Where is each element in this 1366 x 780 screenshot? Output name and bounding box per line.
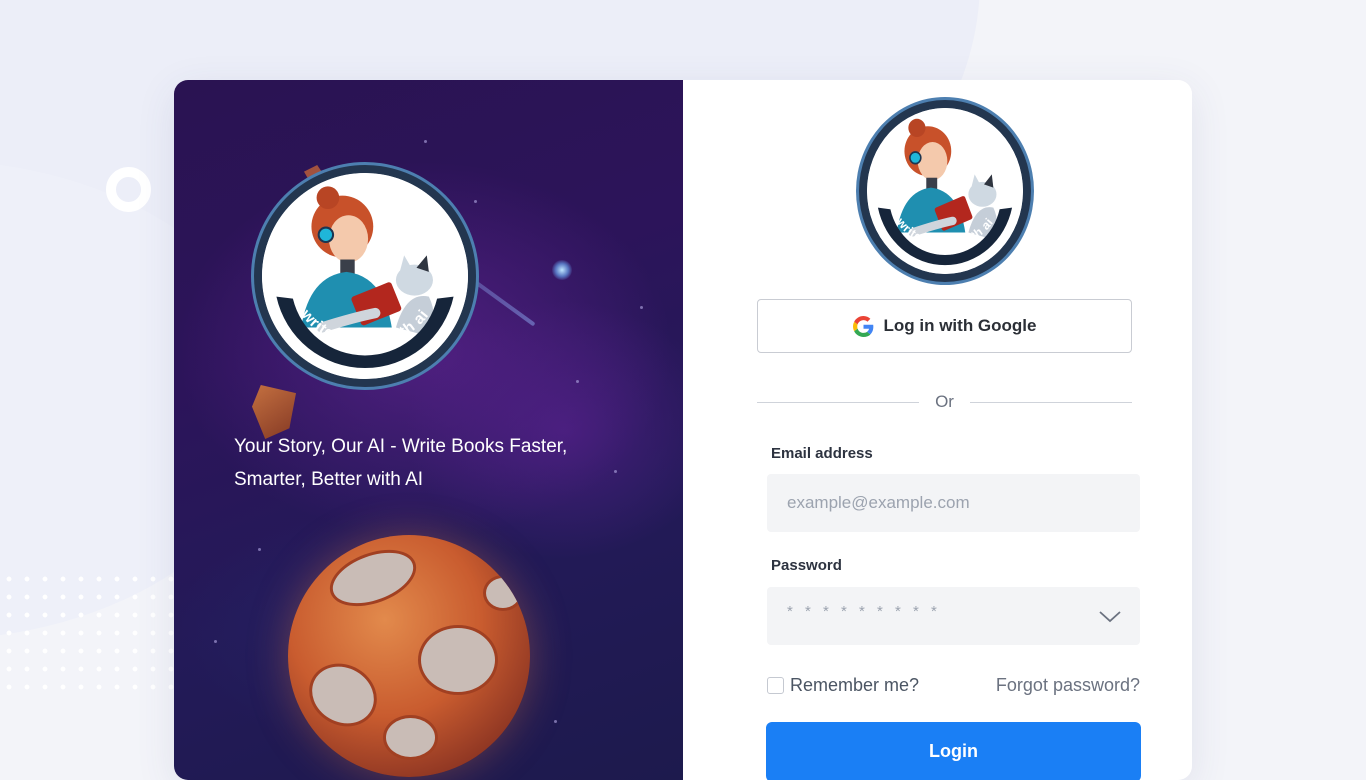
remember-me-label: Remember me? [790,675,919,696]
hero-panel: write books with ai Your Story, Our AI -… [174,80,683,780]
star [576,380,579,383]
remember-me-checkbox[interactable]: Remember me? [767,675,919,696]
planet-crater [483,575,523,611]
password-label: Password [771,557,842,574]
planet-crater [418,625,498,695]
email-field[interactable] [767,474,1140,532]
divider-line [970,402,1132,403]
decorative-dot-grid [0,570,176,690]
star [258,548,261,551]
or-divider: Or [757,390,1132,414]
login-card: write books with ai Your Story, Our AI -… [174,80,1192,780]
star [214,640,217,643]
password-mask: * * * * * * * * * [787,603,941,620]
brand-logo: write books with ai [254,165,476,387]
google-login-button[interactable]: Log in with Google [757,299,1132,353]
planet-crater [298,652,389,739]
planet-crater [383,715,438,760]
checkbox-box[interactable] [767,677,784,694]
brand-tagline: Your Story, Our AI - Write Books Faster,… [234,430,624,496]
divider-line [757,402,919,403]
planet-illustration [288,535,530,777]
decorative-ring [106,167,151,212]
brand-logo-illustration: write books with ai [262,173,468,379]
email-label: Email address [771,445,873,462]
login-form-panel: write books with ai Log in with Google O… [683,80,1192,780]
star [554,720,557,723]
comet-head [552,260,572,280]
google-g-icon [853,316,874,337]
forgot-password-link[interactable]: Forgot password? [996,675,1140,696]
brand-logo-illustration: write books with ai [867,108,1023,274]
star [474,200,477,203]
password-field[interactable]: * * * * * * * * * [767,587,1140,645]
google-login-label: Log in with Google [884,316,1037,336]
brand-logo: write books with ai [859,100,1031,282]
login-button[interactable]: Login [766,722,1141,780]
chevron-down-icon[interactable] [1098,606,1122,626]
divider-text: Or [919,392,970,412]
star [424,140,427,143]
star [640,306,643,309]
